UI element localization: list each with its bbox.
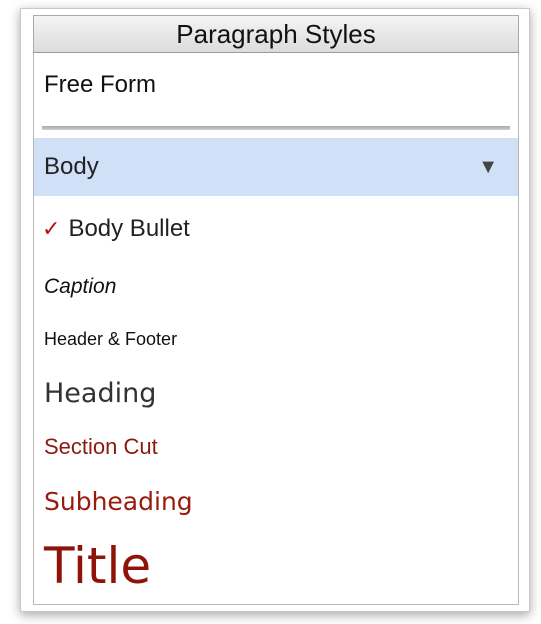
style-item-section-cut[interactable]: Section Cut bbox=[34, 421, 518, 473]
style-label-section-cut: Section Cut bbox=[44, 434, 158, 459]
check-icon: ✓ bbox=[42, 216, 61, 242]
style-item-title[interactable]: Title bbox=[34, 531, 518, 601]
style-item-caption[interactable]: Caption bbox=[34, 261, 518, 313]
style-label-body-bullet: Body Bullet bbox=[68, 215, 190, 242]
style-label-caption: Caption bbox=[44, 275, 117, 298]
style-item-header-footer[interactable]: Header & Footer bbox=[34, 315, 518, 363]
panel-title: Paragraph Styles bbox=[33, 15, 519, 53]
style-label-free-form: Free Form bbox=[44, 71, 157, 98]
menu-separator bbox=[42, 126, 510, 130]
dropdown-arrow-icon[interactable]: ▼ bbox=[478, 156, 498, 179]
style-label-header-footer: Header & Footer bbox=[44, 328, 178, 349]
style-item-body[interactable]: Body ▼ bbox=[34, 138, 518, 196]
style-item-subheading[interactable]: Subheading bbox=[34, 473, 518, 529]
style-label-subheading: Subheading bbox=[44, 486, 193, 516]
style-label-body: Body bbox=[44, 153, 99, 180]
style-label-heading: Heading bbox=[44, 377, 157, 409]
paragraph-styles-panel: Paragraph Styles Free Form Body ▼ ✓ Body… bbox=[20, 8, 530, 612]
paragraph-styles-menu: Free Form Body ▼ ✓ Body Bullet Caption H… bbox=[33, 53, 519, 605]
style-item-body-bullet[interactable]: ✓ Body Bullet bbox=[34, 201, 518, 257]
style-label-title: Title bbox=[44, 537, 152, 595]
style-item-heading[interactable]: Heading bbox=[34, 365, 518, 421]
style-item-free-form[interactable]: Free Form bbox=[34, 57, 518, 113]
